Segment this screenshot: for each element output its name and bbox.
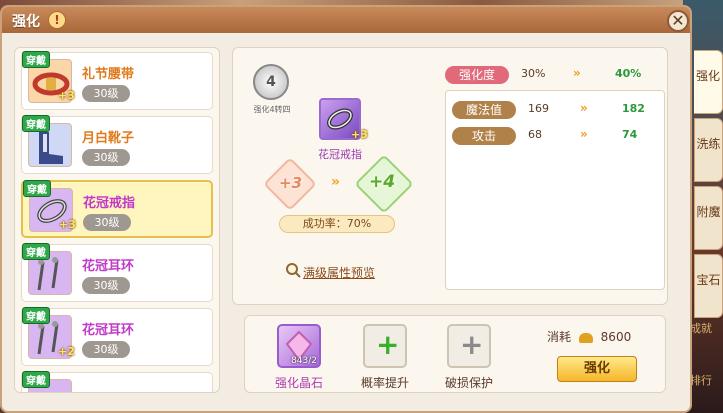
tab-enhance[interactable]: 强化 bbox=[694, 50, 723, 114]
consume-info: 消耗 8600 bbox=[547, 328, 631, 345]
item-name: 月白靴子 bbox=[82, 131, 135, 146]
rate-boost-label: 概率提升 bbox=[360, 376, 409, 390]
stat-row-magic: 魔法值 169 » 182 bbox=[452, 101, 658, 119]
stat-current: 68 bbox=[528, 128, 542, 141]
arrow-icon: » bbox=[580, 127, 588, 141]
stat-row-attack: 攻击 68 » 74 bbox=[452, 127, 658, 145]
worn-badge: 穿戴 bbox=[22, 243, 50, 260]
tab-enchant[interactable]: 附魔 bbox=[694, 186, 723, 250]
equipment-list[interactable]: 穿戴 +3 礼节腰带 30级 穿戴 月白靴子 30级 穿戴 +3 花冠戒指 30… bbox=[14, 47, 220, 393]
crystal-count: 843/2 bbox=[291, 356, 317, 366]
stat-next: 40% bbox=[615, 67, 642, 80]
success-rate: 成功率：70% bbox=[279, 215, 395, 233]
stat-label: 强化度 bbox=[445, 66, 509, 84]
gold-icon bbox=[578, 332, 593, 343]
title-bar: 强化 ! ✕ bbox=[2, 7, 690, 33]
worn-badge: 穿戴 bbox=[22, 307, 50, 324]
tab-refine[interactable]: 洗练 bbox=[694, 118, 723, 182]
enhance-rank-gauge: 4 bbox=[253, 64, 289, 100]
list-item-belt[interactable]: 穿戴 +3 礼节腰带 30级 bbox=[21, 51, 213, 110]
plus-badge: +2 bbox=[58, 345, 75, 358]
item-name: 礼节腰带 bbox=[82, 67, 135, 82]
plus-badge: +3 bbox=[59, 218, 76, 231]
tab-gem[interactable]: 宝石 bbox=[694, 254, 723, 318]
rate-boost-slot[interactable]: + bbox=[363, 324, 407, 368]
worn-badge: 穿戴 bbox=[22, 115, 50, 132]
protection-label: 破损保护 bbox=[444, 376, 493, 390]
magnifier-icon bbox=[285, 262, 301, 282]
consume-amount: 8600 bbox=[600, 330, 632, 344]
window-title: 强化 bbox=[12, 14, 40, 30]
item-level: 30级 bbox=[82, 277, 130, 294]
plus-icon: + bbox=[376, 328, 400, 361]
plus-icon: + bbox=[460, 328, 484, 361]
stat-label: 魔法值 bbox=[452, 101, 516, 119]
help-icon[interactable]: ! bbox=[48, 11, 66, 29]
list-item-earring-2[interactable]: 穿戴 +2 花冠耳环 30级 bbox=[21, 307, 213, 366]
stat-next: 74 bbox=[622, 128, 638, 141]
list-item-ring-selected[interactable]: 穿戴 +3 花冠戒指 30级 bbox=[21, 180, 213, 238]
item-name: 花冠耳环 bbox=[82, 259, 135, 274]
worn-badge: 穿戴 bbox=[22, 51, 50, 68]
arrow-icon: » bbox=[573, 66, 581, 80]
selected-item-name: 花冠戒指 bbox=[318, 148, 362, 161]
plus-badge: +3 bbox=[58, 89, 75, 102]
stat-area: 强化度 30% » 40% 魔法值 169 » 182 攻击 68 » 74 bbox=[445, 58, 665, 290]
material-bar: 843/2 强化晶石 + 概率提升 + 破损保护 消耗 8600 强化 bbox=[244, 315, 666, 393]
enhance-main-panel: 4 强化4转四 +3 花冠戒指 +3 » +4 成功率：70% 满级属性预览 强… bbox=[232, 47, 668, 305]
plus-badge: +3 bbox=[351, 128, 368, 141]
protection-slot[interactable]: + bbox=[447, 324, 491, 368]
item-name: 花冠戒指 bbox=[83, 196, 136, 211]
list-item-earring[interactable]: 穿戴 花冠耳环 30级 bbox=[21, 243, 213, 302]
stat-next: 182 bbox=[622, 102, 645, 115]
worn-badge: 穿戴 bbox=[23, 180, 51, 197]
stat-label: 攻击 bbox=[452, 127, 516, 145]
crystal-icon[interactable]: 843/2 bbox=[277, 324, 321, 368]
stat-row-enhance: 强化度 30% » 40% bbox=[445, 66, 661, 84]
item-level: 30级 bbox=[82, 149, 130, 166]
crystal-label: 强化晶石 bbox=[274, 376, 323, 390]
max-level-preview-link[interactable]: 满级属性预览 bbox=[303, 264, 375, 281]
close-button[interactable]: ✕ bbox=[667, 10, 689, 32]
side-rank-label[interactable]: 排行 bbox=[690, 372, 712, 388]
next-level: +4 bbox=[369, 172, 396, 192]
arrow-icon: » bbox=[580, 101, 588, 115]
worn-badge: 穿戴 bbox=[22, 371, 50, 388]
gauge-subtitle: 强化4转四 bbox=[253, 105, 291, 114]
enhance-window: 强化 ! ✕ 穿戴 +3 礼节腰带 30级 穿戴 月白靴子 30级 穿戴 +3 … bbox=[0, 5, 692, 413]
side-achievement-label[interactable]: 成就 bbox=[690, 320, 712, 336]
consume-label: 消耗 bbox=[547, 330, 572, 344]
arrow-icon: » bbox=[331, 174, 341, 190]
stat-current: 30% bbox=[521, 67, 546, 80]
current-level: +3 bbox=[279, 174, 303, 192]
stat-box: 魔法值 169 » 182 攻击 68 » 74 bbox=[445, 90, 665, 290]
item-name: 花冠耳环 bbox=[82, 323, 135, 338]
enhance-button[interactable]: 强化 bbox=[557, 356, 637, 382]
list-item-partial[interactable]: 穿戴 bbox=[21, 371, 213, 392]
list-item-boots[interactable]: 穿戴 月白靴子 30级 bbox=[21, 115, 213, 174]
stat-current: 169 bbox=[528, 102, 549, 115]
